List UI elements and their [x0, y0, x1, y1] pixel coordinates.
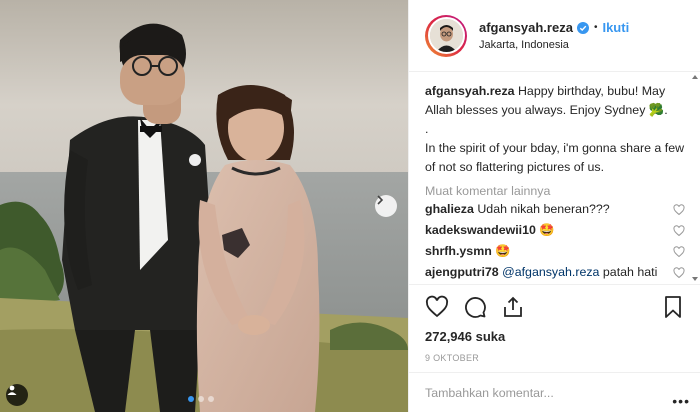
like-comment-heart-icon[interactable]	[673, 267, 685, 279]
comment-row: ghalieza Udah nikah beneran???	[425, 200, 685, 219]
couple-photo-illustration	[0, 0, 408, 412]
caption-text: In the spirit of your bday, i'm gonna sh…	[425, 141, 685, 174]
caption-username[interactable]: afgansyah.reza	[425, 84, 515, 98]
comment-row: kadekswandewii10 🤩	[425, 221, 685, 240]
scroll-up-icon[interactable]	[692, 75, 698, 79]
header-row: afgansyah.reza • Ikuti	[479, 20, 629, 35]
post-actions: 272,946 suka 9 OKTOBER	[409, 284, 700, 363]
comment-body: ajengputri78 @afgansyah.reza patah hati …	[425, 263, 667, 284]
comment-username[interactable]: kadekswandewii10	[425, 223, 536, 237]
scroll-down-icon[interactable]	[692, 277, 698, 281]
post-details-panel: afgansyah.reza • Ikuti Jakarta, Indonesi…	[408, 0, 700, 412]
next-photo-button[interactable]	[375, 195, 397, 217]
carousel-dot	[208, 396, 214, 402]
comment-row: shrfh.ysmn 🤩	[425, 242, 685, 261]
tagged-people-button[interactable]	[6, 384, 28, 406]
bookmark-icon[interactable]	[661, 295, 685, 319]
chevron-right-icon	[377, 195, 384, 205]
share-icon[interactable]	[501, 295, 525, 319]
verified-badge-icon	[576, 21, 589, 34]
separator-dot: •	[593, 22, 598, 33]
carousel-dot	[188, 396, 194, 402]
follow-button[interactable]: Ikuti	[602, 20, 629, 35]
username-link[interactable]: afgansyah.reza	[479, 20, 573, 35]
post-date: 9 OKTOBER	[425, 353, 480, 363]
carousel-indicator	[188, 396, 214, 402]
caption-text: .	[425, 122, 429, 136]
avatar-image	[429, 19, 463, 52]
post-photo[interactable]	[0, 0, 408, 412]
comment-text: 🤩	[539, 223, 555, 237]
add-comment-bar	[409, 372, 700, 412]
comment-username[interactable]: shrfh.ysmn	[425, 244, 492, 258]
comment-username[interactable]: ajengputri78	[425, 265, 499, 279]
heart-icon[interactable]	[425, 295, 449, 319]
post-caption: afgansyah.reza Happy birthday, bubu! May…	[425, 82, 685, 177]
scrollbar-arrows[interactable]	[690, 72, 700, 284]
comment-username[interactable]: ghalieza	[425, 202, 474, 216]
comment-text: 🤩	[495, 244, 511, 258]
comment-text: Udah nikah beneran???	[477, 202, 610, 216]
person-tag-icon	[7, 385, 17, 395]
header-text: afgansyah.reza • Ikuti Jakarta, Indonesi…	[479, 20, 629, 51]
action-icon-row	[425, 285, 685, 329]
like-count[interactable]: 272,946 suka	[425, 329, 685, 344]
post-header: afgansyah.reza • Ikuti Jakarta, Indonesi…	[409, 0, 700, 72]
comments-scrollbar[interactable]	[690, 72, 700, 284]
like-comment-heart-icon[interactable]	[673, 204, 685, 216]
comment-row: ajengputri78 @afgansyah.reza patah hati …	[425, 263, 685, 284]
avatar-story-ring[interactable]	[425, 14, 467, 57]
like-comment-heart-icon[interactable]	[673, 246, 685, 258]
comment-body: ghalieza Udah nikah beneran???	[425, 200, 667, 219]
avatar	[427, 17, 465, 54]
comment-body: kadekswandewii10 🤩	[425, 221, 667, 240]
carousel-dot	[198, 396, 204, 402]
like-comment-heart-icon[interactable]	[673, 225, 685, 237]
comment-input[interactable]	[425, 385, 665, 400]
comment-icon[interactable]	[463, 295, 487, 319]
comment-mention-link[interactable]: @afgansyah.reza	[502, 265, 599, 279]
comment-body: shrfh.ysmn 🤩	[425, 242, 667, 261]
load-more-comments-link[interactable]: Muat komentar lainnya	[425, 184, 685, 198]
location-link[interactable]: Jakarta, Indonesia	[479, 39, 629, 51]
more-options-button[interactable]: •••	[672, 393, 690, 409]
comments-section: afgansyah.reza Happy birthday, bubu! May…	[409, 72, 700, 284]
